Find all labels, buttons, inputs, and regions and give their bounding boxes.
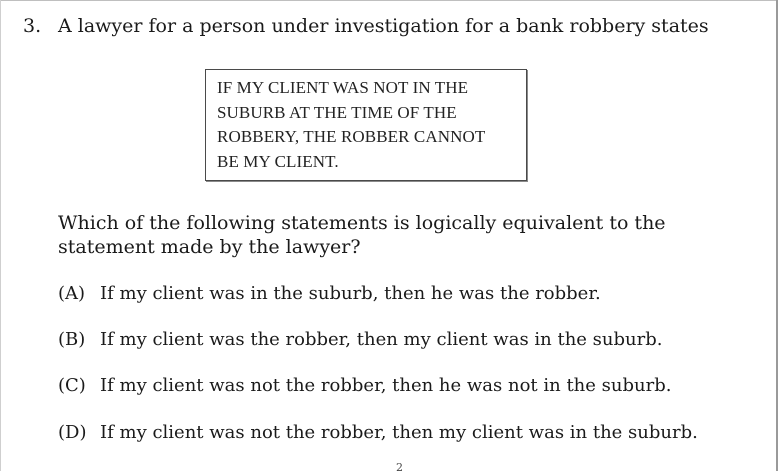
page-left-edge <box>0 0 1 471</box>
option-d-letter: (D) <box>58 422 87 443</box>
option-c-letter: (C) <box>58 375 86 396</box>
option-a-letter: (A) <box>58 283 86 304</box>
lawyer-statement-box: IF MY CLIENT WAS NOT IN THE SUBURB AT TH… <box>205 69 527 181</box>
lawyer-statement-text: IF MY CLIENT WAS NOT IN THE SUBURB AT TH… <box>217 78 486 171</box>
option-d-text: If my client was not the robber, then my… <box>100 422 698 443</box>
option-a[interactable]: (A) If my client was in the suburb, then … <box>58 282 601 306</box>
question-prompt: Which of the following statements is log… <box>58 212 666 258</box>
option-c[interactable]: (C) If my client was not the robber, then… <box>58 374 671 398</box>
option-b-letter: (B) <box>58 329 86 350</box>
option-d[interactable]: (D) If my client was not the robber, then… <box>58 421 698 445</box>
page-number-fragment: 2 <box>396 461 403 474</box>
page-top-edge <box>0 0 778 1</box>
question-stem: A lawyer for a person under investigatio… <box>58 15 709 37</box>
question-number: 3. <box>23 15 42 37</box>
option-a-text: If my client was in the suburb, then he … <box>100 283 601 304</box>
option-b-text: If my client was the robber, then my cli… <box>100 329 663 350</box>
option-b[interactable]: (B) If my client was the robber, then my … <box>58 328 662 352</box>
option-c-text: If my client was not the robber, then he… <box>100 375 672 396</box>
